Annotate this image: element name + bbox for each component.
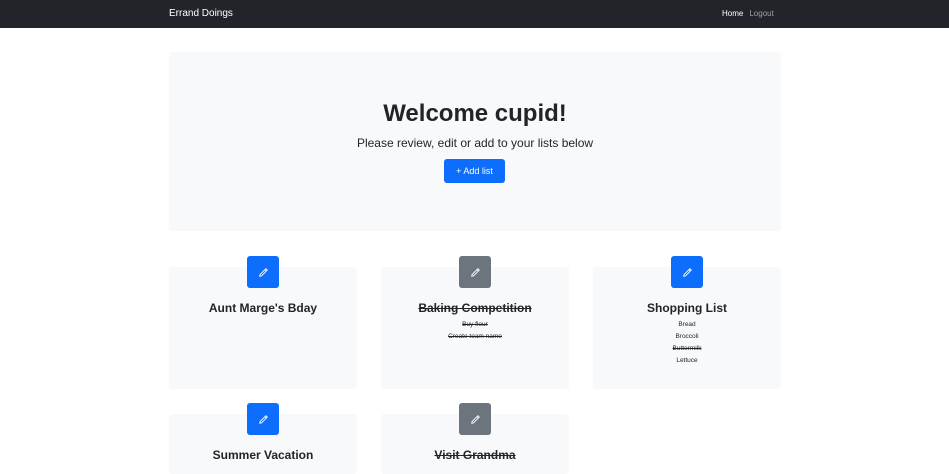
list-item[interactable]: Buy flour: [381, 319, 569, 331]
edit-list-button[interactable]: [247, 403, 279, 435]
list-card: Summer Vacation: [169, 403, 357, 474]
list-title: Visit Grandma: [434, 448, 516, 462]
pencil-icon: [682, 267, 692, 277]
list-card: Baking Competition Buy flour Create team…: [381, 256, 569, 389]
welcome-jumbotron: Welcome cupid! Please review, edit or ad…: [169, 52, 781, 231]
list-card: Visit Grandma: [381, 403, 569, 474]
list-title: Aunt Marge's Bday: [208, 301, 318, 315]
list-title: Shopping List: [647, 301, 727, 315]
list-item[interactable]: Create team name: [381, 331, 569, 343]
welcome-subtitle: Please review, edit or add to your lists…: [356, 136, 594, 150]
nav-home-link[interactable]: Home: [722, 9, 743, 18]
list-title: Baking Competition: [418, 301, 532, 315]
edit-list-button[interactable]: [459, 403, 491, 435]
list-item[interactable]: Broccoli: [593, 331, 781, 343]
list-item[interactable]: Lettuce: [593, 355, 781, 367]
add-list-button[interactable]: + Add list: [444, 159, 505, 183]
edit-list-button[interactable]: [247, 256, 279, 288]
list-title: Summer Vacation: [212, 448, 314, 462]
navbar: Errand Doings Home Logout: [0, 0, 949, 28]
list-items: Bread Broccoli Buttermilk Lettuce: [593, 319, 781, 367]
list-card: Shopping List Bread Broccoli Buttermilk …: [593, 256, 781, 389]
pencil-icon: [470, 414, 480, 424]
list-card: Aunt Marge's Bday: [169, 256, 357, 389]
list-items: Buy flour Create team name: [381, 319, 569, 343]
nav-logout-link[interactable]: Logout: [749, 9, 773, 18]
pencil-icon: [258, 414, 268, 424]
list-item[interactable]: Bread: [593, 319, 781, 331]
brand-link[interactable]: Errand Doings: [169, 8, 233, 19]
edit-list-button[interactable]: [459, 256, 491, 288]
welcome-title: Welcome cupid!: [383, 100, 567, 127]
edit-list-button[interactable]: [671, 256, 703, 288]
nav-links: Home Logout: [722, 9, 774, 18]
pencil-icon: [258, 267, 268, 277]
list-item[interactable]: Buttermilk: [593, 343, 781, 355]
pencil-icon: [470, 267, 480, 277]
